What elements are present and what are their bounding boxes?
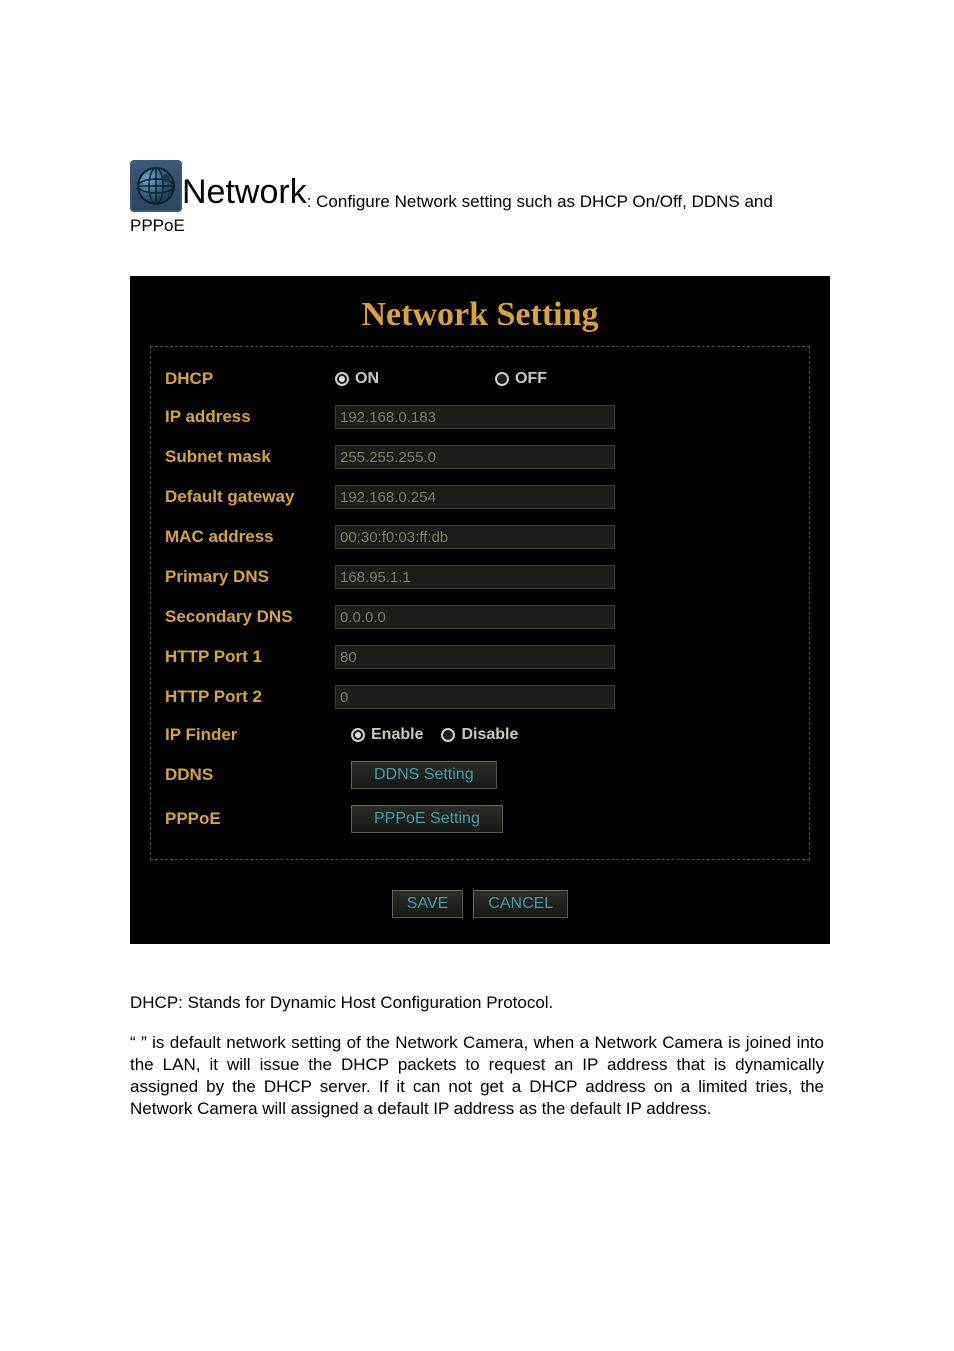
row-default-gateway: Default gateway: [161, 477, 799, 517]
row-mac-address: MAC address: [161, 517, 799, 557]
row-primary-dns: Primary DNS: [161, 557, 799, 597]
primary-dns-input[interactable]: [335, 565, 615, 589]
label-ip-finder: IP Finder: [165, 725, 335, 745]
row-http-port-2: HTTP Port 2: [161, 677, 799, 717]
row-ddns: DDNS DDNS Setting: [161, 753, 799, 797]
ip-address-input[interactable]: [335, 405, 615, 429]
radio-dhcp-on[interactable]: ON: [335, 370, 379, 388]
radio-dhcp-off-label: OFF: [515, 370, 547, 388]
label-primary-dns: Primary DNS: [165, 567, 335, 587]
intro-desc-line2: PPPoE: [130, 216, 824, 236]
intro-section: Network: Configure Network setting such …: [130, 160, 824, 236]
radio-dot-icon: [441, 728, 455, 742]
radio-dhcp-off[interactable]: OFF: [495, 370, 547, 388]
description-text: DHCP: Stands for Dynamic Host Configurat…: [130, 992, 824, 1120]
subnet-mask-input[interactable]: [335, 445, 615, 469]
mac-address-input[interactable]: [335, 525, 615, 549]
label-dhcp: DHCP: [165, 369, 335, 389]
intro-desc-line1: : Configure Network setting such as DHCP…: [307, 192, 773, 211]
cancel-button[interactable]: CANCEL: [473, 890, 568, 918]
radio-dhcp-on-label: ON: [355, 370, 379, 388]
row-ip-address: IP address: [161, 397, 799, 437]
radio-dot-icon: [335, 372, 349, 386]
radio-dot-icon: [351, 728, 365, 742]
radio-ipfinder-enable-label: Enable: [371, 726, 423, 744]
row-pppoe: PPPoE PPPoE Setting: [161, 797, 799, 841]
row-dhcp: DHCP ON OFF: [161, 361, 799, 397]
ddns-setting-button[interactable]: DDNS Setting: [351, 761, 497, 789]
description-p2: “ ” is default network setting of the Ne…: [130, 1032, 824, 1120]
default-gateway-input[interactable]: [335, 485, 615, 509]
panel-title: Network Setting: [361, 296, 598, 333]
label-ddns: DDNS: [165, 765, 335, 785]
save-button[interactable]: SAVE: [392, 890, 464, 918]
label-ip-address: IP address: [165, 407, 335, 427]
label-http-port-2: HTTP Port 2: [165, 687, 335, 707]
row-http-port-1: HTTP Port 1: [161, 637, 799, 677]
description-p1: DHCP: Stands for Dynamic Host Configurat…: [130, 992, 824, 1014]
row-subnet-mask: Subnet mask: [161, 437, 799, 477]
http-port-1-input[interactable]: [335, 645, 615, 669]
label-secondary-dns: Secondary DNS: [165, 607, 335, 627]
panel-body: DHCP ON OFF IP address: [150, 346, 810, 860]
row-ip-finder: IP Finder Enable Disable: [161, 717, 799, 753]
label-mac-address: MAC address: [165, 527, 335, 547]
label-subnet-mask: Subnet mask: [165, 447, 335, 467]
radio-ipfinder-disable-label: Disable: [461, 726, 518, 744]
label-http-port-1: HTTP Port 1: [165, 647, 335, 667]
pppoe-setting-button[interactable]: PPPoE Setting: [351, 805, 503, 833]
radio-dot-icon: [495, 372, 509, 386]
secondary-dns-input[interactable]: [335, 605, 615, 629]
http-port-2-input[interactable]: [335, 685, 615, 709]
network-globe-icon: [130, 160, 182, 212]
radio-ipfinder-enable[interactable]: Enable: [351, 726, 423, 744]
label-pppoe: PPPoE: [165, 809, 335, 829]
network-setting-panel: Network Setting DHCP ON OFF: [130, 276, 830, 944]
label-default-gateway: Default gateway: [165, 487, 335, 507]
radio-ipfinder-disable[interactable]: Disable: [441, 726, 518, 744]
panel-footer: SAVE CANCEL: [130, 870, 830, 944]
row-secondary-dns: Secondary DNS: [161, 597, 799, 637]
intro-title: Network: [182, 173, 307, 211]
panel-header: Network Setting: [130, 276, 830, 346]
